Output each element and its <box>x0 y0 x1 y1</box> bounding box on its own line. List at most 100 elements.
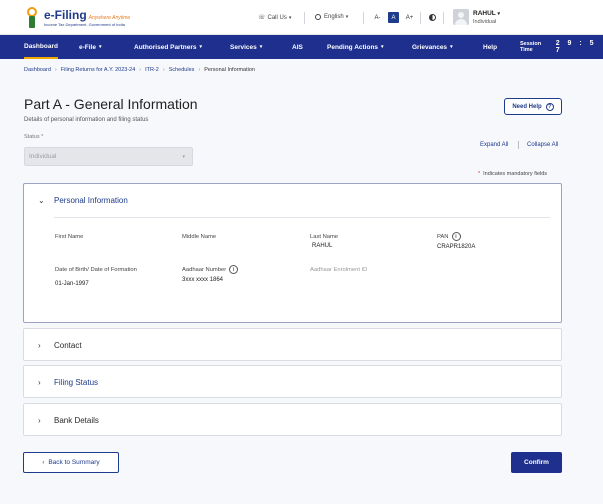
language-selector[interactable]: English ▾ <box>315 14 348 20</box>
aadhaar-label-text: Aadhaar Number <box>182 266 227 273</box>
mandatory-star: * <box>478 171 481 177</box>
main-navbar: Dashboard e-File ▾ Authorised Partners ▾ S… <box>0 35 603 59</box>
section-divider <box>54 217 550 218</box>
chevron-down-icon: ▾ <box>450 44 453 50</box>
nav-grievances-label: Grievances <box>412 43 448 51</box>
mandatory-note-text: Indicates mandatory fields <box>483 171 548 177</box>
breadcrumb-current: Personal Information <box>204 67 255 73</box>
chevron-down-icon: ▾ <box>345 14 349 20</box>
nav-ais[interactable]: AIS <box>292 35 303 59</box>
aadhaar-value: 3xxx xxxx 1864 <box>182 277 224 283</box>
nav-pending-actions[interactable]: Pending Actions ▾ <box>327 35 384 59</box>
first-name-label: First Name <box>55 234 84 240</box>
pan-label-text: PAN <box>437 233 449 240</box>
accordion-title: Contact <box>54 341 82 350</box>
accordion-title: Bank Details <box>54 416 99 425</box>
chevron-down-icon: ▾ <box>497 11 500 17</box>
middle-name-label: Middle Name <box>182 234 217 240</box>
accordion-title: Filing Status <box>54 378 99 387</box>
last-name-label: Last Name <box>310 234 339 240</box>
question-icon: ? <box>545 102 554 111</box>
status-value: Individual <box>29 153 57 160</box>
chevron-right-icon: › <box>198 67 201 73</box>
session-timer: Session Time 2 9 : 5 7 <box>520 35 603 59</box>
nav-services-label: Services <box>230 43 257 51</box>
info-icon[interactable]: i <box>451 232 461 241</box>
accordion-header-contact[interactable]: › Contact <box>24 329 561 362</box>
nav-grievances[interactable]: Grievances ▾ <box>412 35 453 59</box>
user-menu[interactable]: RAHUL ▾ <box>473 10 500 17</box>
page-subtitle: Details of personal information and fili… <box>24 117 149 123</box>
confirm-button[interactable]: Confirm <box>511 452 562 473</box>
header-divider <box>443 12 444 24</box>
top-header: e-Filing Anywhere Anytime Income Tax Depa… <box>0 0 603 35</box>
chevron-down-icon: ▾ <box>182 154 185 160</box>
breadcrumb-schedules[interactable]: Schedules <box>169 67 195 73</box>
aadhaar-label: Aadhaar Number i <box>182 265 239 274</box>
session-label: Session Time <box>520 41 542 53</box>
user-name: RAHUL <box>473 10 496 17</box>
chevron-right-icon: › <box>139 67 142 73</box>
contrast-icon[interactable] <box>429 14 436 21</box>
user-role: Individual <box>473 19 497 25</box>
nav-help[interactable]: Help <box>483 35 497 59</box>
accordion-personal-information: ⌄ Personal Information First Name Middle… <box>23 183 562 323</box>
chevron-down-icon: ▾ <box>98 44 102 50</box>
header-divider <box>304 12 305 24</box>
need-help-label: Need Help <box>512 103 542 110</box>
accordion-filing-status: › Filing Status <box>23 365 562 398</box>
avatar[interactable] <box>453 9 469 25</box>
nav-efile-label: e-File <box>79 43 96 51</box>
chevron-right-icon: › <box>54 67 57 73</box>
efiling-logo[interactable]: e-Filing Anywhere Anytime Income Tax Depa… <box>24 5 144 31</box>
logo-main-text: e-Filing <box>44 8 87 22</box>
status-select[interactable]: Individual ▾ <box>24 147 193 166</box>
font-normal-button[interactable]: A <box>388 12 399 23</box>
font-increase-button[interactable]: A+ <box>404 12 415 23</box>
nav-pending-actions-label: Pending Actions <box>327 43 379 51</box>
chevron-down-icon: ▾ <box>288 14 292 21</box>
info-icon[interactable]: i <box>229 265 239 274</box>
pan-value: CRAPR1820A <box>437 244 476 250</box>
need-help-button[interactable]: Need Help ? <box>504 98 562 115</box>
accordion-header-bank-details[interactable]: › Bank Details <box>24 404 561 437</box>
nav-efile[interactable]: e-File ▾ <box>79 35 102 59</box>
accordion-bank-details: › Bank Details <box>23 403 562 436</box>
language-label: English <box>324 14 344 20</box>
chevron-down-icon: ▾ <box>259 44 263 50</box>
chevron-down-icon: ⌄ <box>38 196 45 205</box>
nav-authorised-partners[interactable]: Authorised Partners ▾ <box>134 35 202 59</box>
chevron-down-icon: ▾ <box>381 44 384 50</box>
chevron-down-icon: ▾ <box>199 44 203 50</box>
nav-dashboard[interactable]: Dashboard <box>24 35 58 59</box>
accordion-header-filing-status[interactable]: › Filing Status <box>24 366 561 399</box>
logo-subtext: Income Tax Department, Government of Ind… <box>44 22 125 27</box>
aadhaar-enrolment-label: Aadhaar Enrolment ID <box>310 267 368 273</box>
breadcrumb-dashboard[interactable]: Dashboard <box>24 67 51 73</box>
page-title: Part A - General Information <box>24 96 198 112</box>
last-name-value: RAHUL <box>312 243 333 249</box>
header-divider <box>363 12 364 24</box>
phone-icon: ☏ <box>258 15 266 21</box>
expand-all-link[interactable]: Expand All <box>480 142 508 148</box>
breadcrumb-filing-returns[interactable]: Filing Returns for A.Y. 2023-24 <box>61 67 136 73</box>
collapse-all-link[interactable]: Collapse All <box>527 142 558 148</box>
dob-label: Date of Birth/ Date of Formation <box>55 267 137 273</box>
nav-services[interactable]: Services ▾ <box>230 35 262 59</box>
call-us-label: Call Us <box>267 14 287 21</box>
back-to-summary-label: Back to Summary <box>48 459 100 466</box>
status-label: Status * <box>24 134 44 140</box>
accordion-header-personal-information[interactable]: ⌄ Personal Information <box>24 184 561 217</box>
link-divider <box>518 141 519 149</box>
breadcrumb-itr2[interactable]: ITR-2 <box>145 67 159 73</box>
session-digits: 2 9 : 5 7 <box>555 40 597 54</box>
chevron-right-icon: › <box>162 67 165 73</box>
font-decrease-button[interactable]: A- <box>372 12 383 23</box>
dob-value: 01-Jan-1997 <box>55 281 89 287</box>
call-us-button[interactable]: ☏ Call Us ▾ <box>258 14 292 22</box>
back-to-summary-button[interactable]: ‹ Back to Summary <box>23 452 119 473</box>
accordion-contact: › Contact <box>23 328 562 361</box>
chevron-right-icon: › <box>38 416 41 425</box>
header-divider <box>420 12 421 24</box>
emblem-icon <box>24 7 40 29</box>
